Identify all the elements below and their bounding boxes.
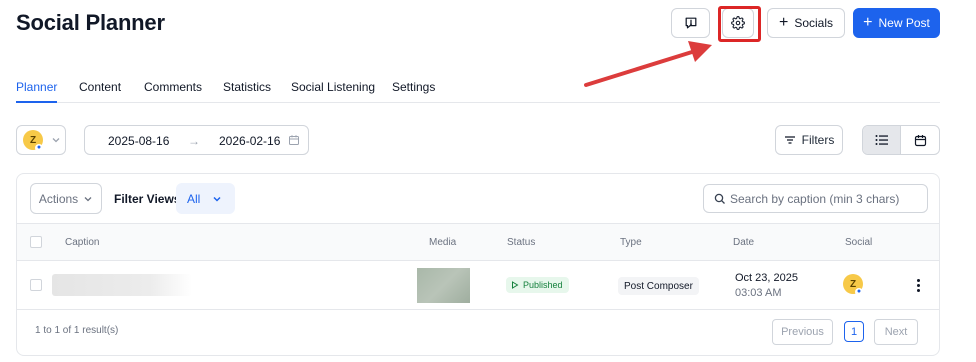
tab-social-listening[interactable]: Social Listening <box>291 80 375 103</box>
select-all-checkbox[interactable] <box>30 236 42 248</box>
column-date[interactable]: Date <box>733 237 754 248</box>
media-thumbnail[interactable] <box>417 268 470 303</box>
next-page-button[interactable]: Next <box>874 319 918 345</box>
list-icon <box>875 135 888 145</box>
post-time: 03:03 AM <box>735 287 782 299</box>
new-post-label: New Post <box>878 16 930 30</box>
column-status[interactable]: Status <box>507 237 535 248</box>
search-icon <box>714 193 725 204</box>
search-input[interactable] <box>730 191 920 206</box>
chevron-down-icon <box>213 196 221 202</box>
table-header: Caption Media Status Type Date Social <box>17 223 939 261</box>
table-row[interactable]: Published Post Composer Oct 23, 2025 03:… <box>17 261 939 310</box>
column-type[interactable]: Type <box>620 237 642 248</box>
tab-content[interactable]: Content <box>79 80 121 103</box>
chevron-down-icon <box>52 138 60 143</box>
social-account-avatar: Z ● <box>843 274 863 296</box>
social-network-badge-icon: ● <box>35 144 43 152</box>
social-network-badge-icon: ● <box>855 288 863 296</box>
list-view-button[interactable] <box>863 126 902 154</box>
avatar: Z ● <box>23 130 43 152</box>
result-count: 1 to 1 of 1 result(s) <box>35 325 119 336</box>
filter-views-label: Filter Views: <box>114 192 185 206</box>
actions-label: Actions <box>38 191 79 206</box>
posts-table-card: Actions Filter Views: All Caption Media … <box>16 173 940 356</box>
page-title: Social Planner <box>16 10 165 35</box>
actions-dropdown[interactable]: Actions <box>30 183 102 214</box>
new-post-button[interactable]: + New Post <box>853 8 940 38</box>
status-badge: Published <box>506 277 569 293</box>
plus-icon: + <box>778 14 789 31</box>
tab-planner[interactable]: Planner <box>16 80 58 103</box>
post-date: Oct 23, 2025 <box>735 272 798 284</box>
account-select[interactable]: Z ● <box>16 125 66 155</box>
column-caption[interactable]: Caption <box>65 237 99 248</box>
feedback-icon <box>685 17 696 29</box>
filters-label: Filters <box>801 133 835 147</box>
column-media[interactable]: Media <box>429 237 456 248</box>
view-toggle <box>862 125 940 155</box>
feedback-button[interactable] <box>671 8 710 38</box>
filters-button[interactable]: Filters <box>775 125 843 155</box>
socials-label: Socials <box>794 16 834 30</box>
filter-views-value: All <box>187 191 201 206</box>
page-number-button[interactable]: 1 <box>844 321 864 342</box>
column-social[interactable]: Social <box>845 237 872 248</box>
date-range-picker[interactable]: 2025-08-16 → 2026-02-16 <box>84 125 309 155</box>
calendar-icon <box>289 135 299 145</box>
calendar-icon <box>914 134 926 146</box>
tab-statistics[interactable]: Statistics <box>223 80 271 103</box>
settings-highlight-box <box>718 6 761 42</box>
more-options-icon[interactable] <box>911 276 925 294</box>
tab-comments[interactable]: Comments <box>144 80 202 103</box>
tab-settings[interactable]: Settings <box>392 80 435 103</box>
filter-views-select[interactable]: All <box>176 183 235 214</box>
caption-search[interactable] <box>703 184 928 213</box>
arrow-right-icon: → <box>188 134 200 148</box>
row-checkbox[interactable] <box>30 279 42 291</box>
date-from[interactable]: 2025-08-16 <box>108 134 169 148</box>
previous-page-button[interactable]: Previous <box>772 319 833 345</box>
tab-bar: Planner Content Comments Statistics Soci… <box>16 80 940 103</box>
chevron-down-icon <box>84 196 92 201</box>
filter-icon <box>784 136 795 144</box>
add-socials-button[interactable]: + Socials <box>767 8 845 38</box>
play-icon <box>512 281 519 289</box>
date-to[interactable]: 2026-02-16 <box>219 134 280 148</box>
plus-icon: + <box>863 14 873 31</box>
type-badge: Post Composer <box>618 277 699 295</box>
caption-text-redacted <box>52 274 192 296</box>
calendar-view-button[interactable] <box>901 126 939 154</box>
